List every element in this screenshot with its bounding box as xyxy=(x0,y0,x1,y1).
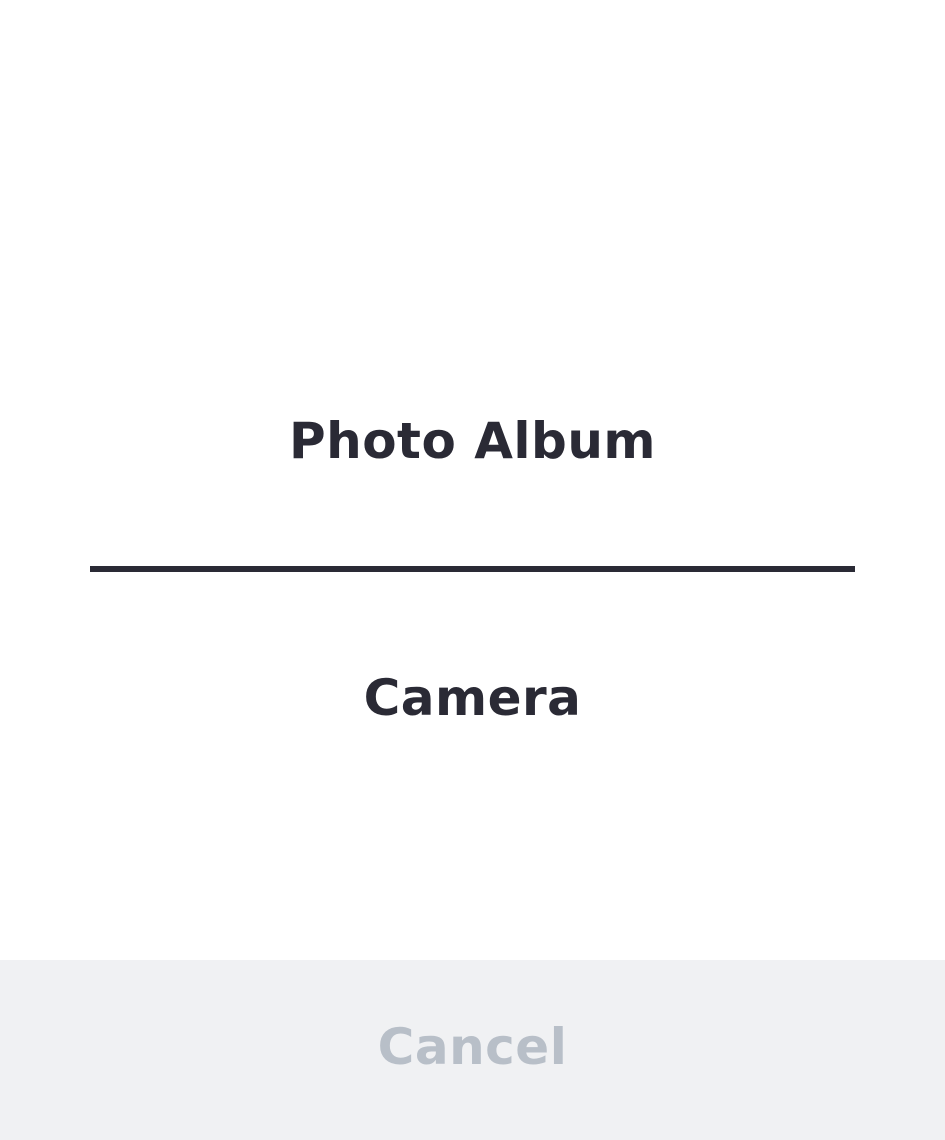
action-sheet: Photo Album Camera xyxy=(0,0,945,960)
photo-album-option[interactable]: Photo Album xyxy=(0,411,945,471)
option-divider xyxy=(90,566,855,572)
camera-option[interactable]: Camera xyxy=(0,668,945,728)
cancel-button-label: Cancel xyxy=(377,1018,568,1076)
